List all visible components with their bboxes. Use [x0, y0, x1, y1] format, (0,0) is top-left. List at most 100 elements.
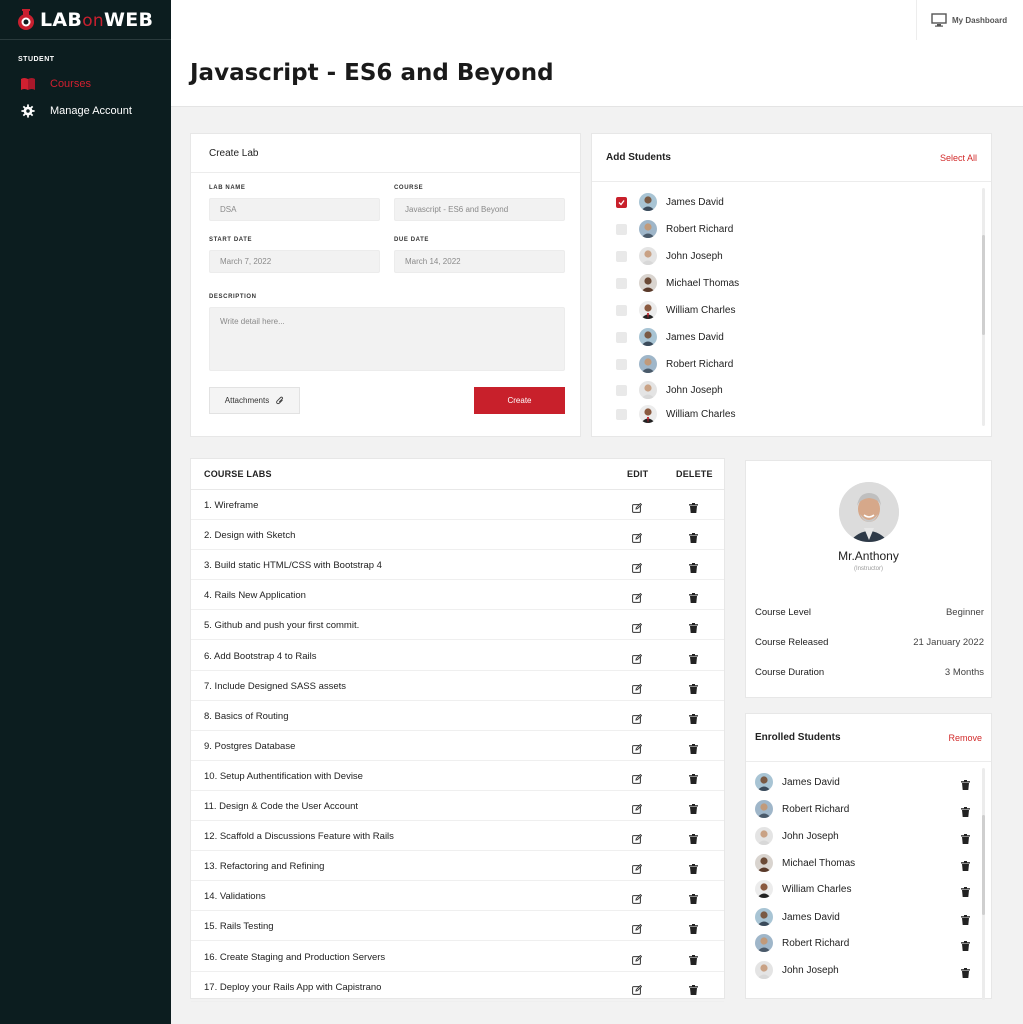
- due-date-input[interactable]: March 14, 2022: [394, 250, 565, 273]
- list-item[interactable]: James David: [616, 192, 724, 212]
- delete-icon[interactable]: [689, 891, 698, 905]
- start-date-input[interactable]: March 7, 2022: [209, 250, 380, 273]
- edit-icon[interactable]: [632, 590, 643, 604]
- brand-logo[interactable]: LABonWEB: [0, 0, 171, 40]
- list-item: Michael Thomas: [755, 853, 970, 873]
- my-dashboard-link[interactable]: My Dashboard: [916, 0, 1023, 40]
- delete-icon[interactable]: [961, 884, 970, 897]
- delete-icon[interactable]: [689, 771, 698, 784]
- info-key: Course Duration: [755, 667, 825, 678]
- course-released-row: Course Released 21 January 2022: [755, 637, 984, 648]
- student-checkbox[interactable]: [616, 196, 627, 208]
- edit-icon[interactable]: [632, 711, 643, 724]
- list-item[interactable]: James David: [616, 327, 724, 347]
- edit-icon[interactable]: [632, 681, 643, 694]
- list-item[interactable]: John Joseph: [616, 246, 723, 266]
- avatar: [755, 908, 773, 926]
- edit-icon[interactable]: [632, 831, 643, 844]
- list-item[interactable]: Robert Richard: [616, 219, 733, 239]
- info-key: Course Level: [755, 607, 811, 618]
- delete-icon[interactable]: [961, 938, 970, 951]
- delete-icon[interactable]: [689, 831, 698, 845]
- lab-name-input[interactable]: DSA: [209, 198, 380, 221]
- student-checkbox[interactable]: [616, 331, 627, 343]
- description-textarea[interactable]: Write detail here...: [209, 307, 565, 371]
- student-checkbox[interactable]: [616, 384, 627, 396]
- start-date-label: START DATE: [209, 237, 253, 243]
- edit-icon[interactable]: [632, 651, 643, 664]
- list-item[interactable]: William Charles: [616, 300, 735, 320]
- student-name: James David: [782, 911, 840, 923]
- delete-icon[interactable]: [689, 681, 698, 694]
- scrollbar-thumb[interactable]: [982, 235, 985, 335]
- delete-icon[interactable]: [689, 590, 698, 604]
- table-row: 1. Wireframe: [191, 490, 724, 520]
- edit-icon[interactable]: [632, 891, 643, 905]
- student-name: John Joseph: [782, 964, 839, 976]
- student-checkbox[interactable]: [616, 358, 627, 370]
- delete-icon[interactable]: [961, 804, 970, 817]
- remove-link[interactable]: Remove: [948, 733, 982, 743]
- delete-icon[interactable]: [689, 711, 698, 724]
- delete-icon[interactable]: [689, 620, 698, 634]
- delete-icon[interactable]: [689, 952, 698, 965]
- edit-icon[interactable]: [632, 861, 643, 875]
- edit-icon[interactable]: [632, 530, 643, 543]
- student-checkbox[interactable]: [616, 304, 627, 316]
- avatar: [639, 193, 657, 211]
- sidebar-item-manage-account[interactable]: Manage Account: [0, 97, 171, 124]
- delete-icon[interactable]: [689, 500, 698, 513]
- avatar: [639, 355, 657, 373]
- info-value: 3 Months: [944, 667, 984, 678]
- delete-icon[interactable]: [689, 861, 698, 875]
- edit-icon[interactable]: [632, 560, 643, 574]
- edit-icon[interactable]: [632, 500, 643, 513]
- edit-icon[interactable]: [632, 801, 643, 814]
- course-input[interactable]: Javascript - ES6 and Beyond: [394, 198, 565, 221]
- student-checkbox[interactable]: [616, 250, 627, 262]
- avatar: [755, 854, 773, 872]
- delete-icon[interactable]: [961, 965, 970, 978]
- delete-icon[interactable]: [689, 530, 698, 544]
- student-checkbox[interactable]: [616, 408, 627, 420]
- delete-icon[interactable]: [961, 831, 970, 844]
- sidebar-item-courses[interactable]: Courses: [0, 70, 171, 97]
- col-course-labs: COURSE LABS: [204, 469, 272, 479]
- list-item: Robert Richard: [755, 933, 970, 953]
- list-item[interactable]: Michael Thomas: [616, 273, 739, 293]
- list-item[interactable]: John Joseph: [616, 380, 723, 400]
- enrolled-scrollbar[interactable]: [982, 768, 985, 1000]
- delete-icon[interactable]: [689, 741, 698, 754]
- edit-icon[interactable]: [632, 982, 643, 995]
- list-item[interactable]: Robert Richard: [616, 354, 733, 374]
- create-button[interactable]: Create: [474, 387, 565, 414]
- delete-icon[interactable]: [961, 912, 970, 925]
- instructor-card: Mr.Anthony (Instructor) Course Level Beg…: [745, 460, 992, 698]
- edit-icon[interactable]: [632, 771, 643, 784]
- my-dashboard-label: My Dashboard: [952, 15, 1008, 25]
- list-item: James David: [755, 907, 970, 927]
- attachments-button[interactable]: Attachments: [209, 387, 300, 414]
- student-checkbox[interactable]: [616, 223, 627, 235]
- edit-icon[interactable]: [632, 921, 643, 935]
- list-item[interactable]: William Charles: [616, 404, 735, 424]
- attachments-label: Attachments: [224, 396, 270, 405]
- student-checkbox[interactable]: [616, 277, 627, 289]
- edit-icon[interactable]: [632, 620, 643, 634]
- sidebar-section-label: STUDENT: [18, 56, 55, 63]
- delete-icon[interactable]: [689, 982, 698, 995]
- edit-icon[interactable]: [632, 952, 643, 965]
- edit-icon[interactable]: [632, 741, 643, 754]
- delete-icon[interactable]: [689, 921, 698, 935]
- add-students-scrollbar[interactable]: [982, 188, 985, 426]
- list-item: James David: [755, 772, 970, 792]
- delete-icon[interactable]: [689, 801, 698, 814]
- delete-icon[interactable]: [961, 858, 970, 871]
- table-row: 3. Build static HTML/CSS with Bootstrap …: [191, 550, 724, 581]
- delete-icon[interactable]: [689, 560, 698, 574]
- delete-icon[interactable]: [689, 651, 698, 664]
- lab-name-label: LAB NAME: [209, 185, 246, 191]
- scrollbar-thumb[interactable]: [982, 815, 985, 915]
- select-all-link[interactable]: Select All: [940, 153, 977, 163]
- delete-icon[interactable]: [961, 777, 970, 790]
